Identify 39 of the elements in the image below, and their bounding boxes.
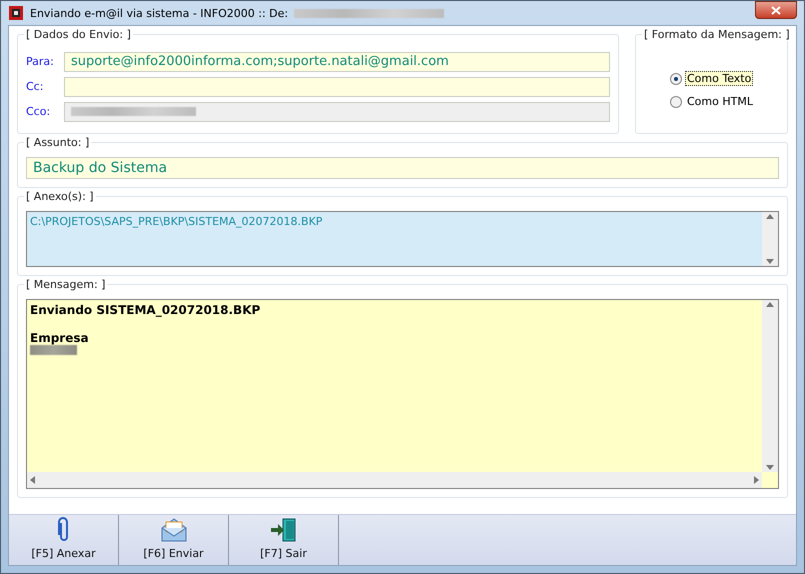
scroll-up-arrow[interactable] (766, 214, 774, 219)
toolbar-button[interactable]: [F7] Sair (229, 515, 339, 565)
close-icon (771, 6, 781, 14)
message-text: Empresa (30, 331, 90, 345)
scroll-left-arrow[interactable] (30, 476, 35, 484)
scroll-down-arrow[interactable] (766, 259, 774, 264)
group-legend: [ Anexo(s): ] (24, 190, 96, 203)
input-field[interactable] (64, 76, 610, 96)
field-label: Cco: (26, 105, 52, 118)
input-field[interactable] (64, 102, 610, 122)
toolbar-button[interactable]: [F5] Anexar (9, 515, 119, 565)
scroll-down-arrow[interactable] (766, 465, 774, 470)
toolbar-button[interactable]: [F6] Enviar (119, 515, 229, 565)
field-label: Cc: (26, 80, 44, 93)
group-legend: [ Mensagem: ] (24, 278, 108, 291)
radio-button[interactable] (670, 96, 682, 108)
group-legend: [ Assunto: ] (24, 136, 92, 149)
window-title: Enviando e-m@il via sistema - INFO2000 :: De: (30, 6, 288, 20)
radio-button[interactable] (670, 72, 682, 84)
vertical-scrollbar[interactable] (762, 300, 778, 472)
field-label: Para: (26, 55, 55, 68)
message-field[interactable]: Enviando SISTEMA_02072018.BKP Empresa (26, 299, 779, 489)
subject-field[interactable]: Backup do Sistema (26, 157, 779, 179)
redacted-text (30, 345, 77, 355)
input-field[interactable]: suporte@info2000informa.com;suporte.natali@gmail.com (64, 52, 610, 72)
envelope-icon (160, 517, 186, 543)
door-exit-icon (270, 517, 298, 543)
app-icon (8, 5, 24, 21)
scroll-up-arrow[interactable] (766, 302, 774, 307)
radio-label[interactable]: Como HTML (685, 94, 755, 109)
radio-label[interactable]: Como Texto (685, 71, 754, 86)
vertical-scrollbar[interactable] (762, 212, 778, 266)
close-button[interactable] (755, 1, 797, 19)
group-legend: [ Formato da Mensagem: ] (642, 28, 792, 41)
group-legend: [ Dados do Envio: ] (24, 28, 133, 41)
horizontal-scrollbar[interactable] (27, 472, 762, 488)
paperclip-icon (56, 517, 70, 543)
scroll-right-arrow[interactable] (754, 476, 759, 484)
message-text: Enviando SISTEMA_02072018.BKP (30, 303, 262, 317)
